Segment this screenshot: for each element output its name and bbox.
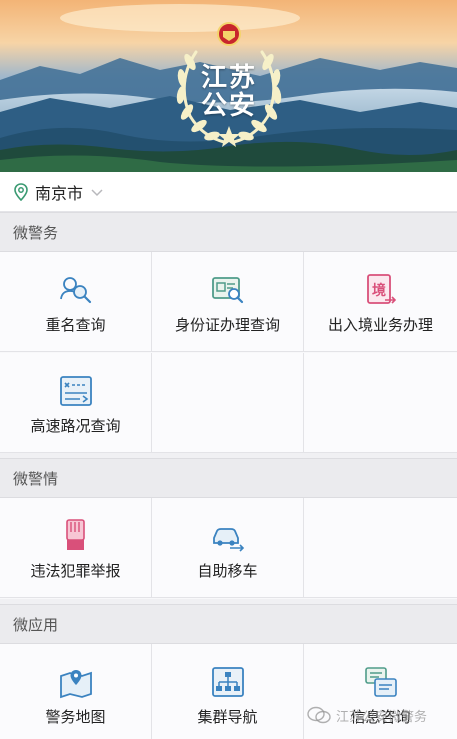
people-search-icon: [58, 272, 94, 308]
tile-label: 身份证办理查询: [174, 316, 280, 334]
tile-police-map[interactable]: 警务地图: [0, 644, 152, 739]
id-card-search-icon: [210, 272, 246, 308]
tile-label: 高速路况查询: [30, 417, 121, 435]
org-chart-icon: [210, 664, 246, 700]
tile-empty: [304, 498, 457, 598]
tile-label: 警务地图: [45, 708, 106, 726]
tile-empty: [304, 353, 457, 453]
tile-label: 集群导航: [197, 708, 258, 726]
city-name: 南京市: [35, 183, 84, 203]
police-services-grid: 重名查询 身份证办理查询 境 出入境业务办理 高速路况查询: [0, 252, 457, 453]
police-reports-grid: 违法犯罪举报 自助移车: [0, 498, 457, 599]
section-header-micro-apps: 微应用: [0, 604, 457, 644]
city-selector[interactable]: 南京市: [0, 172, 457, 212]
jiangsu-police-emblem: 江苏 公安: [166, 22, 292, 150]
wechat-watermark: 江苏公安微警务: [306, 702, 454, 728]
tile-id-card-query[interactable]: 身份证办理查询: [152, 252, 304, 352]
car-move-icon: [210, 518, 246, 554]
header-banner: 江苏 公安: [0, 0, 457, 172]
wechat-icon: [307, 706, 331, 724]
tile-crime-report[interactable]: 违法犯罪举报: [0, 498, 152, 598]
emblem-title-line1: 江苏: [200, 63, 257, 93]
map-pin-icon: [58, 664, 94, 700]
emblem-title-line2: 公安: [200, 91, 257, 121]
report-hand-icon: [58, 518, 94, 554]
section-header-police-reports: 微警情: [0, 458, 457, 498]
tile-label: 重名查询: [45, 316, 106, 334]
chat-info-icon: [363, 664, 399, 700]
watermark-text: 江苏公安微警务: [336, 709, 428, 725]
tile-exit-entry[interactable]: 境 出入境业务办理: [304, 252, 457, 352]
tile-label: 自助移车: [197, 562, 258, 580]
chevron-down-icon: [90, 187, 104, 197]
tile-cluster-navigation[interactable]: 集群导航: [152, 644, 304, 739]
tile-highway-status[interactable]: 高速路况查询: [0, 353, 152, 453]
border-exit-entry-icon: 境: [363, 272, 399, 308]
tile-self-car-move[interactable]: 自助移车: [152, 498, 304, 598]
location-pin-icon: [13, 182, 29, 201]
tile-label: 出入境业务办理: [327, 316, 433, 334]
highway-road-icon: [58, 373, 94, 409]
tile-label: 违法犯罪举报: [30, 562, 121, 580]
tile-empty: [152, 353, 304, 453]
section-header-police-services: 微警务: [0, 212, 457, 252]
svg-text:境: 境: [372, 282, 386, 299]
tile-name-search[interactable]: 重名查询: [0, 252, 152, 352]
